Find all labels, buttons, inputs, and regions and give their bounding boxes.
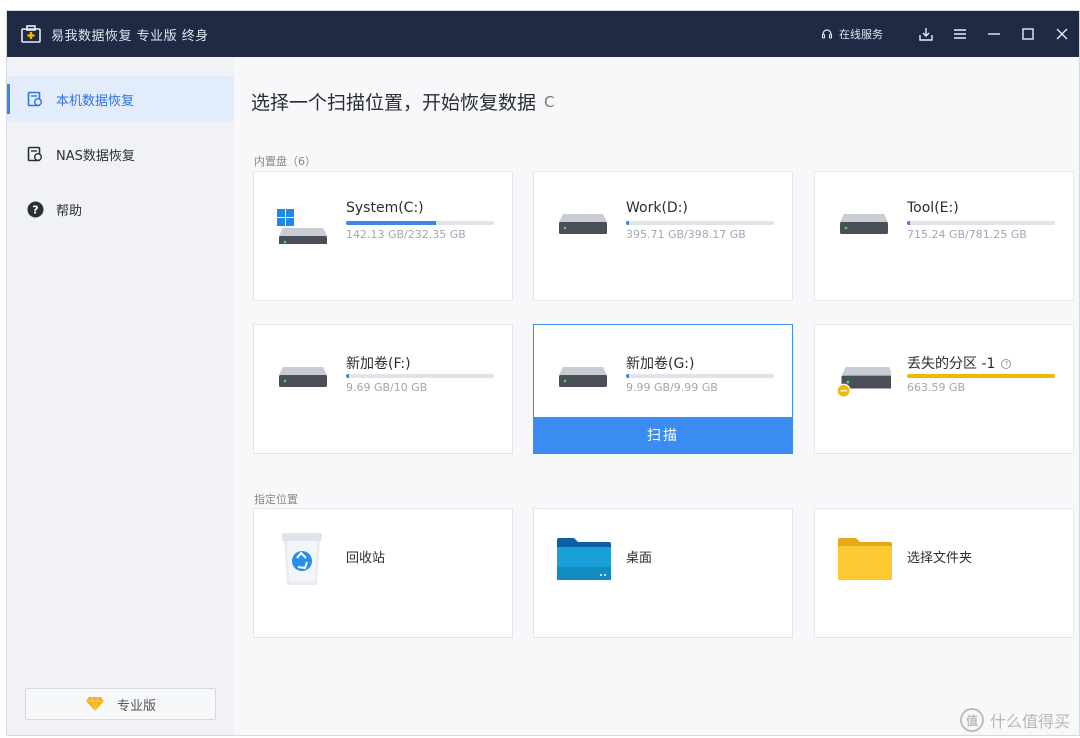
close-button[interactable]: [1045, 11, 1079, 57]
hard-drive-icon: [840, 214, 888, 234]
online-service-label: 在线服务: [839, 28, 883, 41]
hard-drive-icon: [559, 367, 607, 387]
maximize-button[interactable]: [1011, 11, 1045, 57]
nas-recovery-icon: [26, 145, 44, 163]
pro-edition-label: 专业版: [116, 698, 156, 714]
drive-card-d[interactable]: Work(D:) 395.71 GB/398.17 GB: [533, 171, 793, 301]
sidebar-item-nas-recovery[interactable]: NAS数据恢复: [7, 131, 234, 177]
watermark-text: 什么值得买: [989, 712, 1070, 731]
location-label: 选择文件夹: [907, 551, 973, 566]
drive-usage-bar: [346, 221, 494, 225]
drive-name: 新加卷(G:): [626, 356, 695, 372]
question-icon[interactable]: ?: [1001, 359, 1012, 369]
local-recovery-icon: [26, 90, 44, 108]
drive-size: 663.59 GB: [907, 381, 966, 394]
lost-partition-icon: [836, 367, 891, 398]
sidebar-item-label: NAS数据恢复: [56, 148, 135, 164]
desktop-folder-icon: [557, 538, 611, 580]
location-card-choose-folder[interactable]: 选择文件夹: [814, 508, 1074, 638]
refresh-icon[interactable]: C: [544, 93, 554, 111]
location-card-recycle-bin[interactable]: 回收站: [253, 508, 513, 638]
page-title-text: 选择一个扫描位置，开始恢复数据: [251, 92, 537, 114]
minimize-button[interactable]: [977, 11, 1011, 57]
drive-name: Work(D:): [626, 200, 688, 216]
drive-name: System(C:): [346, 200, 424, 216]
drive-usage-bar: [626, 374, 774, 378]
diamond-icon: [85, 696, 104, 712]
drive-size: 142.13 GB/232.35 GB: [346, 228, 466, 241]
watermark-logo-icon: 值: [959, 708, 984, 732]
drive-size: 9.69 GB/10 GB: [346, 381, 428, 394]
folder-icon: [838, 538, 892, 580]
title-bar: 易我数据恢复 专业版 终身 在线服务: [7, 11, 1079, 57]
sidebar-item-label: 帮助: [56, 203, 83, 219]
scan-button[interactable]: 扫描: [534, 417, 792, 453]
internal-drives-label: 内置盘（6）: [254, 155, 316, 168]
menu-icon: [954, 29, 966, 39]
app-window: 易我数据恢复 专业版 终身 在线服务 本机数据恢复 NAS数据恢复 ? 帮助 专…: [6, 10, 1080, 736]
sidebar-item-local-recovery[interactable]: 本机数据恢复: [7, 76, 234, 122]
drive-card-f[interactable]: 新加卷(F:) 9.69 GB/10 GB: [253, 324, 513, 454]
headset-icon: [821, 29, 833, 39]
hard-drive-icon: [559, 214, 607, 234]
lost-partition-name: 丢失的分区 -1: [907, 356, 996, 372]
specified-location-label: 指定位置: [254, 493, 298, 506]
drive-usage-bar: [346, 374, 494, 378]
drive-card-lost-partition[interactable]: 丢失的分区 -1? 663.59 GB: [814, 324, 1074, 454]
drive-usage-bar: [907, 221, 1055, 225]
hard-drive-icon: [279, 367, 327, 387]
drive-usage-bar: [626, 221, 774, 225]
minimize-icon: [988, 33, 1000, 35]
watermark: 值 什么值得买: [959, 708, 1070, 732]
download-icon: [919, 28, 933, 41]
online-service-button[interactable]: 在线服务: [821, 26, 883, 42]
page-title: 选择一个扫描位置，开始恢复数据 C: [251, 88, 555, 115]
svg-text:?: ?: [32, 203, 38, 216]
download-button[interactable]: [909, 11, 943, 57]
location-card-desktop[interactable]: 桌面: [533, 508, 793, 638]
drive-name: Tool(E:): [907, 200, 959, 216]
drive-card-c[interactable]: System(C:) 142.13 GB/232.35 GB: [253, 171, 513, 301]
drive-size: 9.99 GB/9.99 GB: [626, 381, 718, 394]
close-icon: [1056, 28, 1068, 40]
main-panel: 选择一个扫描位置，开始恢复数据 C 内置盘（6） System(C:) 142.…: [234, 57, 1079, 735]
sidebar: 本机数据恢复 NAS数据恢复 ? 帮助 专业版: [7, 57, 234, 735]
drive-card-e[interactable]: Tool(E:) 715.24 GB/781.25 GB: [814, 171, 1074, 301]
drive-size: 715.24 GB/781.25 GB: [907, 228, 1027, 241]
location-label: 桌面: [626, 551, 653, 566]
help-icon: ?: [26, 200, 44, 218]
menu-button[interactable]: [943, 11, 977, 57]
drive-name: 新加卷(F:): [346, 356, 411, 372]
app-title: 易我数据恢复 专业版 终身: [51, 28, 209, 44]
drive-name: 丢失的分区 -1?: [907, 353, 1012, 373]
sidebar-item-label: 本机数据恢复: [56, 93, 135, 109]
pro-edition-button[interactable]: 专业版: [25, 688, 216, 720]
location-label: 回收站: [346, 551, 386, 566]
recycle-bin-icon: [282, 533, 322, 585]
maximize-icon: [1022, 28, 1034, 40]
sidebar-item-help[interactable]: ? 帮助: [7, 186, 234, 232]
drive-usage-bar: [907, 374, 1055, 378]
drive-card-g[interactable]: 新加卷(G:) 9.99 GB/9.99 GB 扫描: [533, 324, 793, 454]
hard-drive-icon: [277, 209, 327, 244]
app-logo-icon: [21, 25, 41, 43]
drive-size: 395.71 GB/398.17 GB: [626, 228, 746, 241]
